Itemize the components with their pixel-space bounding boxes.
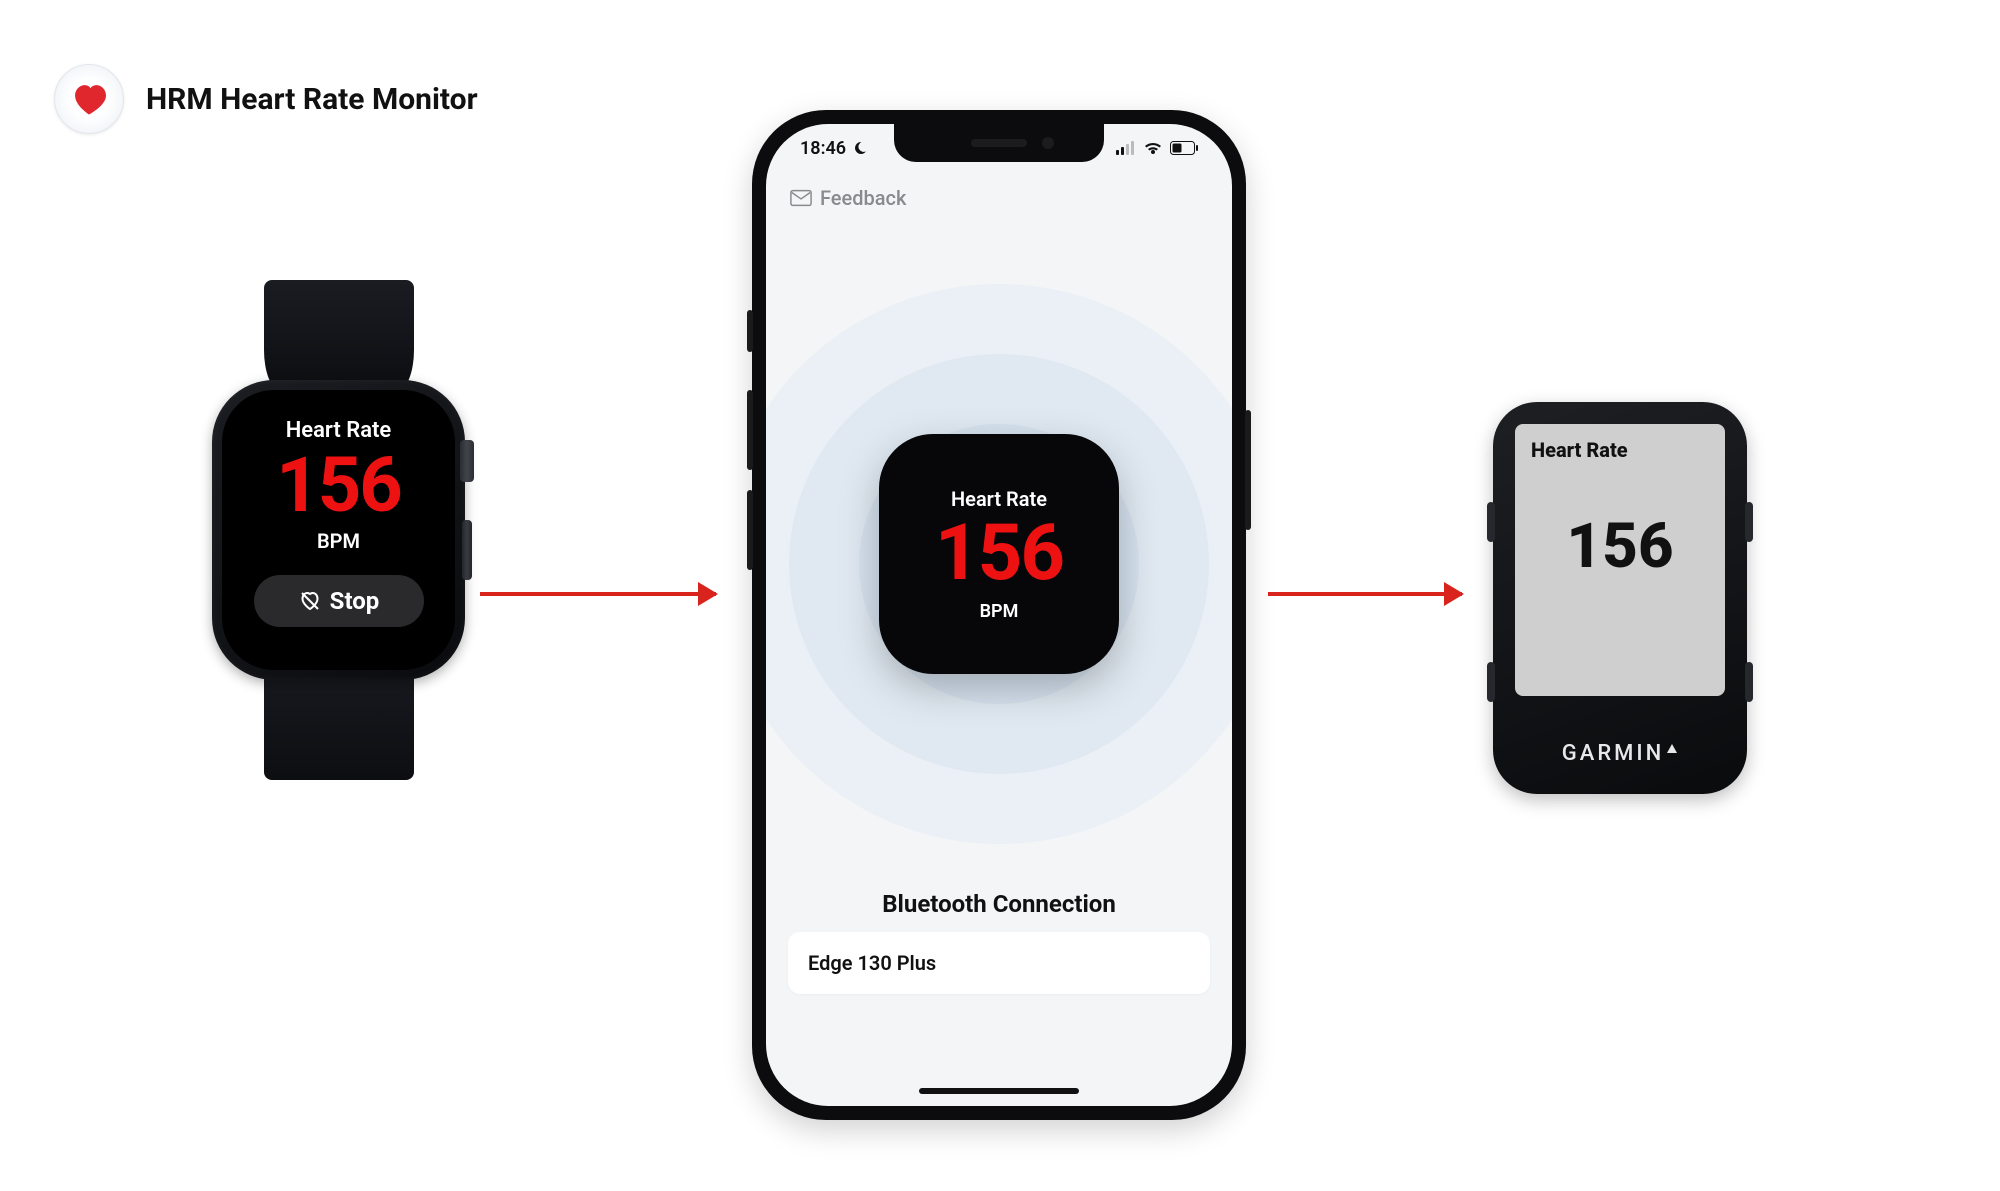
heart-rate-value: 156	[1531, 510, 1709, 583]
heart-rate-card: Heart Rate 156 BPM	[879, 434, 1119, 674]
garmin-delta-icon	[1666, 743, 1678, 755]
garmin-button	[1745, 662, 1753, 702]
flow-arrow-icon	[1268, 592, 1462, 596]
cellular-signal-icon	[1116, 141, 1136, 155]
home-indicator	[919, 1088, 1079, 1094]
heart-rate-unit: BPM	[980, 601, 1019, 622]
app-logo-icon	[54, 64, 124, 134]
phone-switch	[747, 310, 753, 352]
feedback-link[interactable]: Feedback	[790, 186, 906, 210]
wifi-icon	[1143, 141, 1163, 155]
status-time: 18:46	[800, 138, 846, 159]
do-not-disturb-moon-icon	[852, 140, 868, 156]
garmin-button	[1745, 502, 1753, 542]
garmin-screen: Heart Rate 156	[1515, 424, 1725, 696]
apple-watch-device: Heart Rate 156 BPM Stop	[212, 380, 465, 680]
digital-crown	[460, 440, 474, 482]
app-header: HRM Heart Rate Monitor	[54, 64, 478, 134]
heart-icon	[70, 82, 108, 116]
iphone-device: 18:46	[752, 110, 1246, 1120]
stop-button-label: Stop	[330, 587, 380, 615]
phone-notch	[894, 124, 1104, 162]
phone-volume-down	[747, 490, 753, 570]
garmin-device: Heart Rate 156 GARMIN	[1493, 402, 1747, 794]
watch-screen: Heart Rate 156 BPM Stop	[222, 390, 455, 670]
heart-rate-label: Heart Rate	[951, 487, 1047, 511]
heart-off-icon	[298, 589, 322, 613]
flow-arrow-icon	[480, 592, 716, 596]
watch-band	[264, 280, 414, 390]
phone-volume-up	[747, 390, 753, 470]
garmin-brand-label: GARMIN	[1493, 741, 1747, 766]
battery-icon	[1170, 141, 1198, 155]
phone-power	[1245, 410, 1251, 530]
heart-rate-label: Heart Rate	[1531, 438, 1709, 462]
heart-rate-value: 156	[276, 447, 401, 523]
bluetooth-device-name: Edge 130 Plus	[808, 951, 936, 975]
feedback-label: Feedback	[820, 186, 906, 210]
side-button	[462, 520, 472, 580]
app-title: HRM Heart Rate Monitor	[146, 82, 478, 117]
stop-button[interactable]: Stop	[254, 575, 424, 627]
watch-case: Heart Rate 156 BPM Stop	[212, 380, 465, 680]
heart-rate-value: 156	[935, 515, 1063, 593]
bluetooth-section-title: Bluetooth Connection	[766, 890, 1232, 918]
heart-rate-unit: BPM	[317, 529, 360, 553]
bluetooth-device-row[interactable]: Edge 130 Plus	[788, 932, 1210, 994]
phone-screen: 18:46	[766, 124, 1232, 1106]
mail-icon	[790, 189, 812, 207]
